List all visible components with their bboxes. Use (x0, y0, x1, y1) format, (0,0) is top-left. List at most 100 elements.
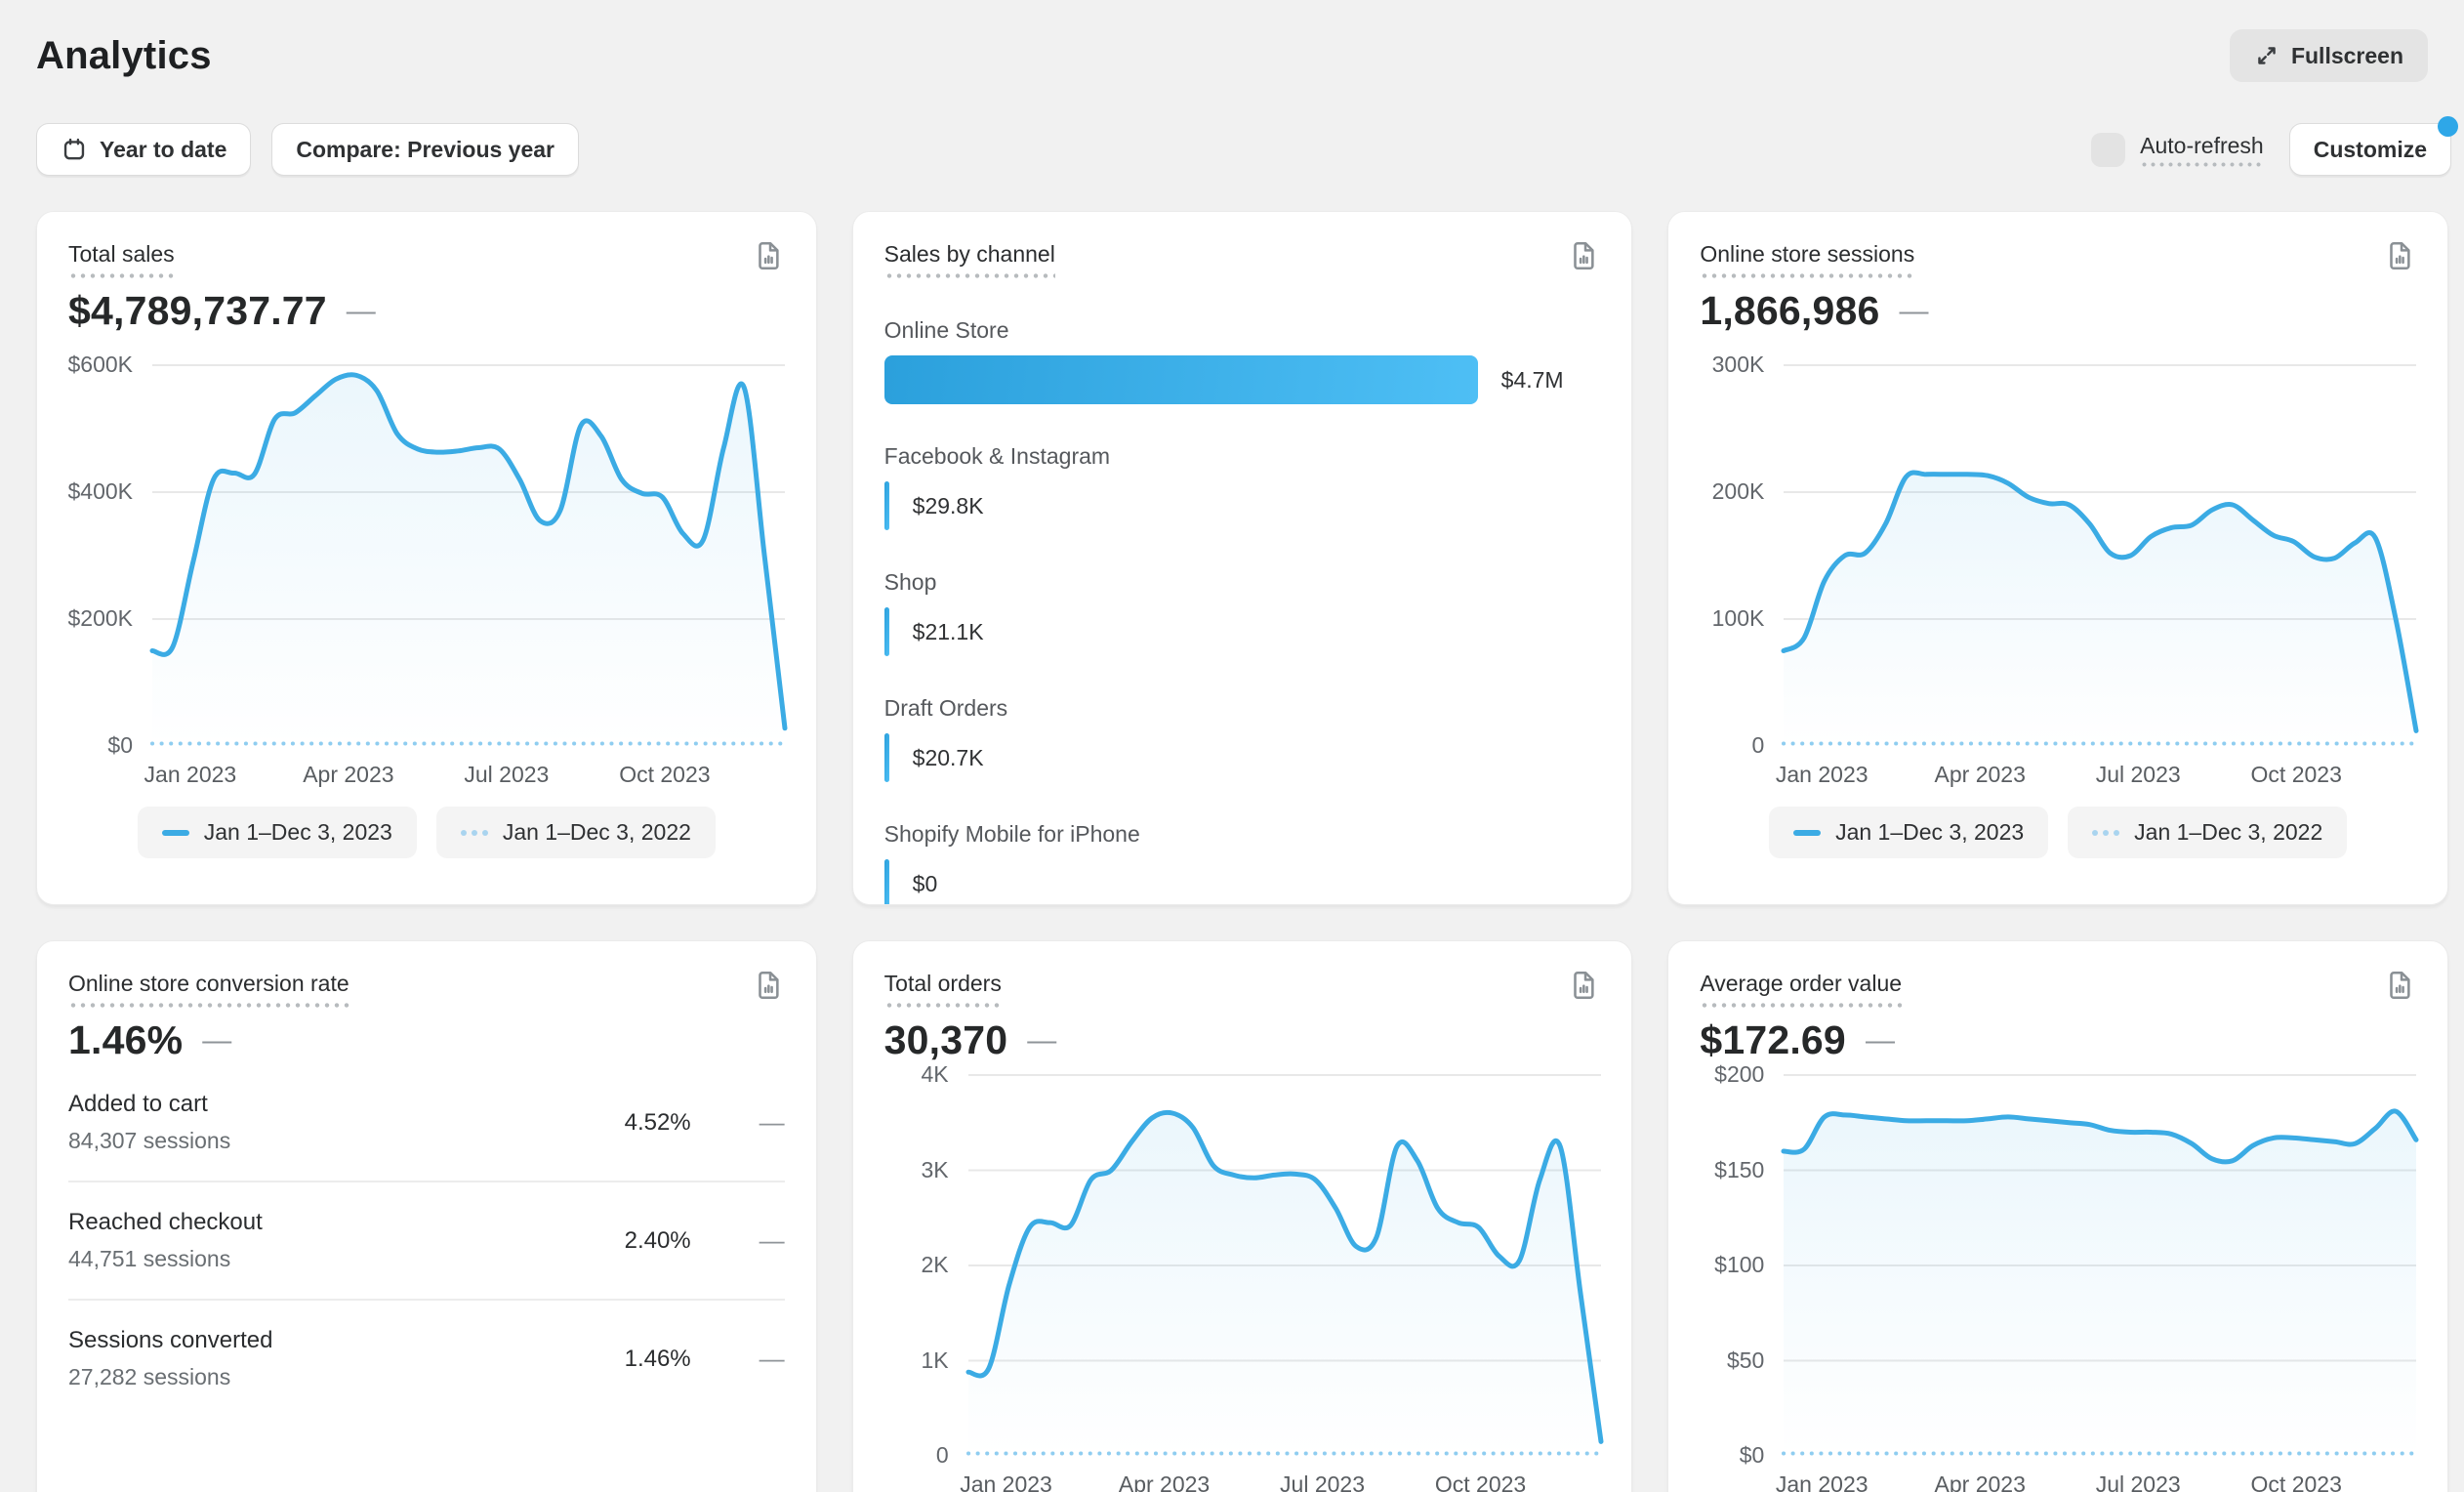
conversion-funnel-rows: Added to cart 84,307 sessions 4.52% — Re… (68, 1075, 785, 1417)
x-axis-tick: Jul 2023 (2096, 762, 2181, 788)
compare-button[interactable]: Compare: Previous year (271, 123, 579, 176)
x-axis-labels: Jan 2023Apr 2023Jul 2023Oct 2023 (968, 1456, 1601, 1492)
x-axis-tick: Apr 2023 (1119, 1471, 1210, 1492)
card-total-sales: Total sales $4,789,737.77 — $600K$400K$2… (36, 211, 817, 905)
x-axis-tick: Oct 2023 (1435, 1471, 1526, 1492)
total-sales-chart: $600K$400K$200K$0Jan 2023Apr 2023Jul 202… (68, 365, 785, 793)
x-axis-tick: Oct 2023 (619, 762, 710, 788)
x-axis-labels: Jan 2023Apr 2023Jul 2023Oct 2023 (152, 746, 785, 793)
customize-button[interactable]: Customize (2289, 123, 2451, 176)
y-axis-tick: $150 (1714, 1157, 1764, 1183)
funnel-step-rate: 1.46% (625, 1346, 691, 1373)
funnel-step-label: Added to cart (68, 1091, 230, 1118)
report-icon[interactable] (1567, 239, 1600, 277)
funnel-step-rate: 4.52% (625, 1109, 691, 1137)
channel-value: $20.7K (913, 745, 984, 771)
channel-bar (884, 733, 889, 782)
x-axis-tick: Jan 2023 (1776, 1471, 1869, 1492)
sales-by-channel-title[interactable]: Sales by channel (884, 241, 1055, 278)
x-axis-tick: Apr 2023 (1935, 762, 2026, 788)
report-icon[interactable] (2383, 239, 2416, 277)
report-icon[interactable] (752, 969, 785, 1007)
channel-row: Draft Orders $20.7K (884, 695, 1601, 782)
x-axis-labels: Jan 2023Apr 2023Jul 2023Oct 2023 (1784, 746, 2416, 793)
chart-plot-area (1784, 365, 2416, 746)
x-axis-tick: Jul 2023 (2096, 1471, 2181, 1492)
top-bar: Analytics Fullscreen (0, 29, 2464, 82)
card-conversion-rate: Online store conversion rate 1.46% — Add… (36, 940, 817, 1492)
date-range-button[interactable]: Year to date (36, 123, 251, 176)
auto-refresh-checkbox[interactable] (2091, 133, 2125, 167)
card-sales-by-channel: Sales by channel Online Store $4.7M Fa (852, 211, 1633, 905)
y-axis-tick: 100K (1712, 605, 1765, 632)
legend-current-label: Jan 1–Dec 3, 2023 (204, 819, 392, 846)
total-sales-value: $4,789,737.77 (68, 288, 327, 334)
total-sales-title[interactable]: Total sales (68, 241, 175, 278)
channel-value: $29.8K (913, 493, 984, 519)
page-title: Analytics (36, 34, 212, 78)
channel-row: Online Store $4.7M (884, 317, 1601, 404)
channel-value: $0 (913, 871, 938, 897)
y-axis-tick: 1K (922, 1347, 949, 1374)
report-icon[interactable] (752, 239, 785, 277)
chart-plot-area (152, 365, 785, 746)
x-axis-tick: Oct 2023 (2251, 1471, 2342, 1492)
y-axis-tick: $200 (1714, 1061, 1764, 1088)
y-axis-tick: $0 (107, 732, 133, 759)
channel-name: Online Store (884, 317, 1601, 344)
no-change-dash: — (691, 1225, 785, 1256)
channel-bar (884, 859, 889, 905)
card-online-store-sessions: Online store sessions 1,866,986 — 300K20… (1667, 211, 2448, 905)
report-icon[interactable] (1567, 969, 1600, 1007)
fullscreen-icon (2254, 43, 2279, 68)
y-axis-labels: $600K$400K$200K$0 (68, 365, 152, 746)
x-axis-tick: Jul 2023 (464, 762, 549, 788)
legend-previous-period: Jan 1–Dec 3, 2022 (436, 807, 716, 858)
legend-previous-label: Jan 1–Dec 3, 2022 (2134, 819, 2322, 846)
no-change-dash: — (202, 1024, 231, 1057)
funnel-step-rate: 2.40% (625, 1227, 691, 1255)
y-axis-tick: $600K (67, 352, 133, 378)
y-axis-tick: $0 (1740, 1442, 1765, 1469)
funnel-step-sessions: 27,282 sessions (68, 1364, 272, 1390)
chart-plot-grid: 4K3K2K1K0Jan 2023Apr 2023Jul 2023Oct 202… (884, 1075, 1601, 1492)
auto-refresh-label[interactable]: Auto-refresh (2140, 133, 2264, 167)
conversion-rate-title[interactable]: Online store conversion rate (68, 971, 349, 1008)
conversion-rate-value: 1.46% (68, 1017, 183, 1063)
solid-line-swatch (162, 830, 189, 836)
customize-wrap: Customize (2289, 123, 2451, 176)
auto-refresh-control: Auto-refresh (2091, 133, 2264, 167)
customize-new-badge (2438, 116, 2458, 137)
fullscreen-button[interactable]: Fullscreen (2230, 29, 2428, 82)
card-average-order-value: Average order value $172.69 — $200$150$1… (1667, 940, 2448, 1492)
compare-label: Compare: Previous year (296, 137, 554, 163)
sessions-title[interactable]: Online store sessions (1700, 241, 1914, 278)
no-change-dash: — (1900, 295, 1929, 328)
report-icon[interactable] (2383, 969, 2416, 1007)
x-axis-tick: Jan 2023 (1776, 762, 1869, 788)
chart-plot-grid: 300K200K100K0Jan 2023Apr 2023Jul 2023Oct… (1700, 365, 2416, 793)
y-axis-tick: 4K (922, 1061, 949, 1088)
chart-plot-area (968, 1075, 1601, 1456)
line-chart-svg (1784, 1075, 2416, 1456)
legend-current-period: Jan 1–Dec 3, 2023 (138, 807, 417, 858)
chart-plot-grid: $600K$400K$200K$0Jan 2023Apr 2023Jul 202… (68, 365, 785, 793)
legend-previous-label: Jan 1–Dec 3, 2022 (503, 819, 691, 846)
legend-previous-period: Jan 1–Dec 3, 2022 (2068, 807, 2347, 858)
channel-value: $21.1K (913, 619, 984, 645)
funnel-step-sessions: 84,307 sessions (68, 1128, 230, 1154)
total-orders-title[interactable]: Total orders (884, 971, 1002, 1008)
average-order-value-title[interactable]: Average order value (1700, 971, 1902, 1008)
no-change-dash: — (691, 1344, 785, 1374)
date-range-label: Year to date (100, 137, 226, 163)
chart-plot-area (1784, 1075, 2416, 1456)
no-change-dash: — (691, 1107, 785, 1138)
legend-current-period: Jan 1–Dec 3, 2023 (1769, 807, 2048, 858)
x-axis-labels: Jan 2023Apr 2023Jul 2023Oct 2023 (1784, 1456, 2416, 1492)
y-axis-tick: 300K (1712, 352, 1765, 378)
total-orders-value: 30,370 (884, 1017, 1008, 1063)
x-axis-tick: Jan 2023 (960, 1471, 1052, 1492)
y-axis-tick: $50 (1727, 1347, 1764, 1374)
calendar-icon (61, 136, 88, 163)
average-order-value-chart: $200$150$100$50$0Jan 2023Apr 2023Jul 202… (1700, 1075, 2416, 1492)
